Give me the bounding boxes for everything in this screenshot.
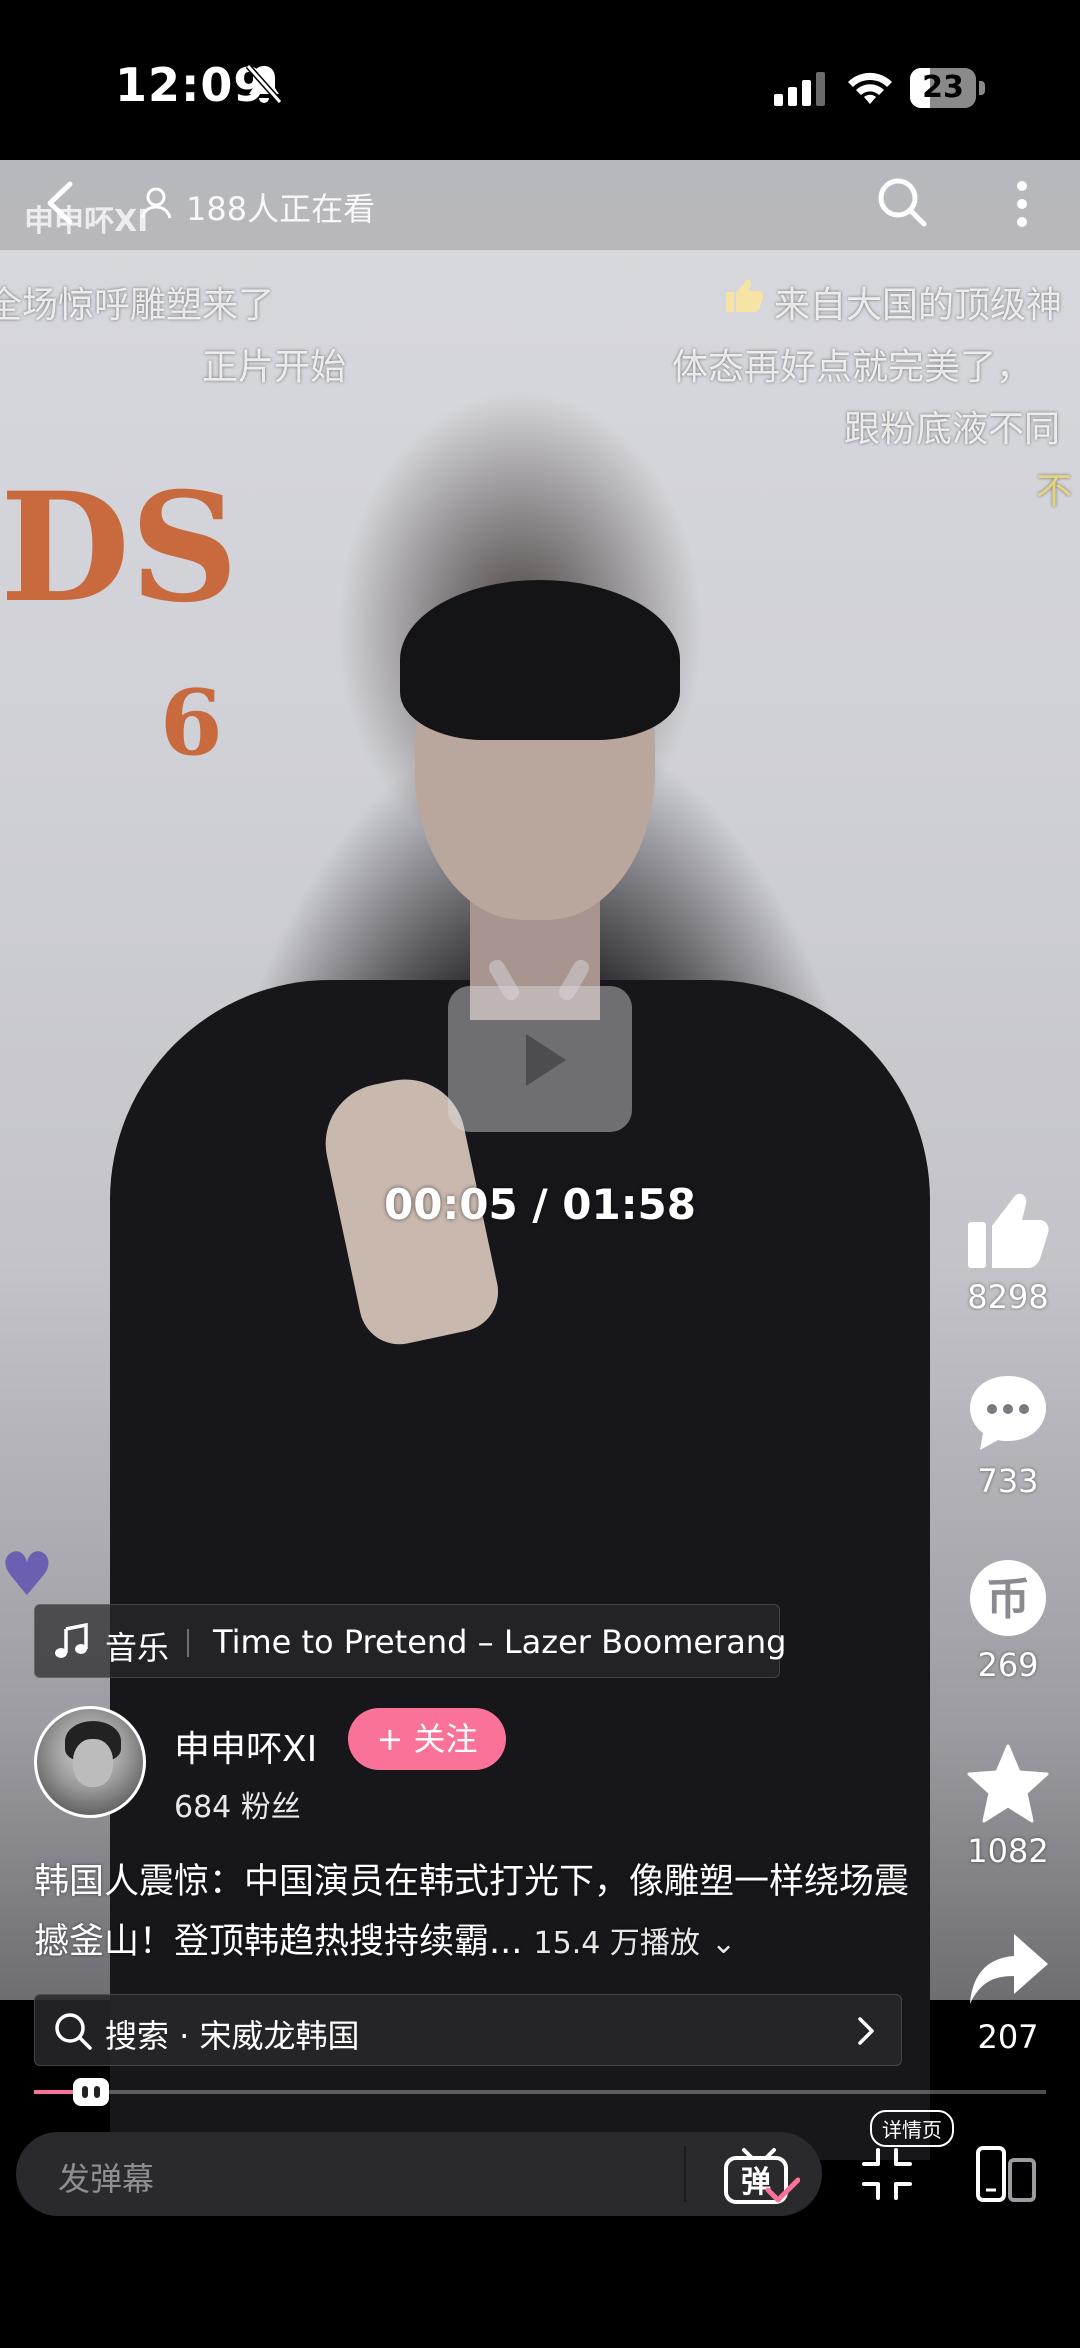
favorite-button[interactable]: 1082 (950, 1742, 1066, 1870)
like-count: 8298 (967, 1278, 1049, 1316)
play-count: 15.4 万播放 (533, 1926, 700, 1961)
coin-icon: 币 (970, 1560, 1046, 1636)
details-page-label[interactable]: 详情页 (870, 2110, 954, 2147)
viewer-count: 188人正在看 (186, 190, 376, 228)
author-name[interactable]: 申申吥XI (174, 1720, 317, 1772)
video-screen: 12:09 23 DS 6 ♥ 申申吥XI 188人正在看 全场惊呼雕塑来了 正… (0, 0, 1080, 2348)
divider (684, 2146, 686, 2202)
play-button[interactable] (448, 956, 632, 1132)
progress-thumb[interactable] (73, 2078, 109, 2106)
comment-bubble-icon (970, 1376, 1046, 1450)
exit-fullscreen-icon[interactable] (862, 2146, 912, 2202)
back-icon[interactable] (40, 178, 80, 228)
thumbs-up-icon (726, 279, 764, 312)
danmaku-input[interactable]: 发弹幕 弹 (16, 2132, 822, 2216)
cellular-signal-icon (774, 72, 825, 106)
share-arrow-icon (970, 1934, 1048, 2004)
search-suggestion-text: 搜索 · 宋威龙韩国 (105, 2017, 360, 2055)
fan-count: 684 粉丝 (174, 1790, 301, 1825)
battery-indicator: 23 (910, 68, 986, 108)
backdrop-lettering: 6 (160, 670, 223, 776)
star-icon (967, 1744, 1049, 1823)
play-icon (526, 1034, 566, 1086)
divider (187, 1629, 189, 1657)
danmaku-toggle-label: 弹 (741, 2165, 771, 2200)
danmaku-toggle-icon[interactable]: 弹 (718, 2146, 800, 2206)
favorite-count: 1082 (967, 1832, 1049, 1870)
avatar[interactable] (34, 1706, 146, 1818)
video-subject (110, 980, 930, 2160)
music-title: Time to Pretend – Lazer Boomerang (213, 1623, 787, 1661)
danmaku-comment: 不 (1036, 471, 1073, 512)
battery-level: 23 (922, 70, 964, 105)
svg-text:币: 币 (986, 1574, 1030, 1625)
backdrop-lettering: DS (0, 460, 239, 636)
chevron-down-icon[interactable]: ⌄ (711, 1926, 736, 1961)
music-note-icon (55, 1623, 88, 1658)
progress-track[interactable] (34, 2090, 1046, 2094)
playback-time: 00:05 / 01:58 (384, 1180, 696, 1229)
viewer-person-icon (140, 187, 172, 219)
backdrop-heart-decoration: ♥ (0, 1540, 54, 1610)
video-description[interactable]: 韩国人震惊：中国演员在韩式打光下，像雕塑一样绕场震撼釜山！登顶韩趋热搜持续霸..… (34, 1852, 914, 1974)
search-icon (55, 2013, 92, 2050)
share-count: 207 (977, 2018, 1039, 2056)
danmaku-comment: 正片开始 (202, 347, 347, 388)
search-suggestion[interactable]: 搜索 · 宋威龙韩国 (34, 1994, 902, 2066)
follow-button[interactable]: + 关注 (348, 1708, 506, 1770)
share-button[interactable]: 207 (950, 1928, 1066, 2056)
coin-count: 269 (977, 1646, 1039, 1684)
coin-button[interactable]: 币 269 (950, 1556, 1066, 1684)
video-subject-hair (400, 580, 680, 740)
description-text: 韩国人震惊：中国演员在韩式打光下，像雕塑一样绕场震撼釜山！登顶韩趋热搜持续霸..… (34, 1862, 910, 1962)
danmaku-input-placeholder: 发弹幕 (58, 2160, 155, 2198)
progress-fill (34, 2090, 77, 2094)
thumbs-up-icon (968, 1193, 1049, 1268)
wifi-icon (848, 72, 892, 104)
danmaku-comment: 全场惊呼雕塑来了 (0, 285, 275, 326)
music-pill[interactable]: 音乐 Time to Pretend – Lazer Boomerang (34, 1604, 786, 1678)
search-icon[interactable] (876, 176, 928, 228)
more-options-icon[interactable] (1008, 178, 1036, 230)
status-bar: 12:09 23 (0, 0, 1080, 140)
comment-count: 733 (977, 1462, 1039, 1500)
like-button[interactable]: 8298 (950, 1186, 1066, 1316)
comment-button[interactable]: 733 (950, 1372, 1066, 1500)
orientation-icon[interactable] (974, 2146, 1038, 2202)
danmaku-comment: 来自大国的顶级神 (774, 285, 1063, 326)
bell-muted-icon (245, 64, 283, 104)
danmaku-comment: 体态再好点就完美了， (672, 347, 1033, 388)
danmaku-comment: 跟粉底液不同 (844, 409, 1061, 450)
music-label: 音乐 (105, 1629, 170, 1667)
chevron-right-icon (858, 2017, 874, 2045)
